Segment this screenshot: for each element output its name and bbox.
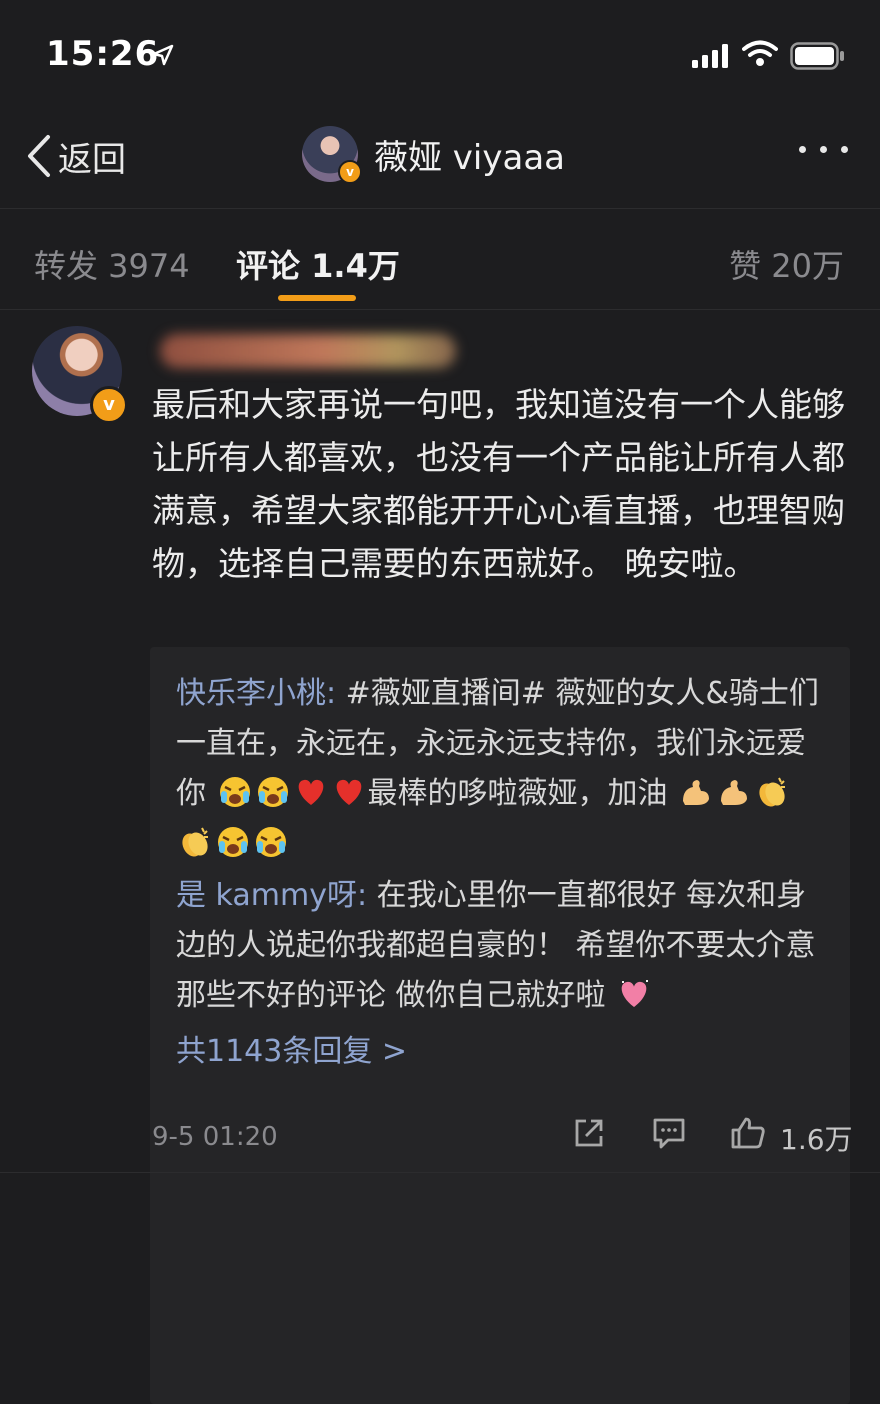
- view-all-replies-link[interactable]: 共1143条回复 >: [176, 1026, 407, 1070]
- tab-bar: 转发 3974 评论 1.4万 赞 20万: [0, 209, 880, 310]
- back-button[interactable]: 返回: [26, 132, 126, 180]
- heart-icon: [298, 779, 323, 805]
- username-blurred[interactable]: [160, 334, 456, 368]
- heart-icon: [336, 779, 361, 805]
- clapping-hands-icon: [759, 777, 786, 807]
- status-time: 15:26: [46, 34, 160, 74]
- back-chevron-icon: [28, 135, 50, 177]
- status-bar: 15:26: [0, 0, 880, 100]
- tab-comments[interactable]: 评论 1.4万: [236, 241, 400, 287]
- flexed-biceps-icon: [721, 780, 748, 805]
- location-arrow-icon: [152, 44, 174, 66]
- like-icon[interactable]: [730, 1116, 766, 1150]
- reply-author[interactable]: 是 kammy呀:: [176, 878, 367, 913]
- clapping-hands-icon: [182, 827, 208, 857]
- divider: [0, 1172, 880, 1173]
- crying-face-icon: [218, 827, 248, 857]
- comment-footer: 9-5 01:20 1.6万: [0, 1098, 880, 1168]
- like-count: 1.6万: [780, 1123, 853, 1156]
- crying-face-icon: [257, 777, 288, 807]
- nav-avatar: v: [302, 126, 362, 184]
- reply-item: 快乐李小桃: #薇娅直播间# 薇娅的女人&骑士们一直在，永远在，永远永远支持你，…: [176, 669, 826, 869]
- reply-item: 是 kammy呀: 在我心里你一直都很好 每次和身边的人说起你我都超自豪的！ 希…: [176, 871, 826, 1021]
- sparkling-heart-icon: [621, 980, 649, 1007]
- battery-icon: [790, 42, 844, 70]
- replies-box[interactable]: 快乐李小桃: #薇娅直播间# 薇娅的女人&骑士们一直在，永远在，永远永远支持你，…: [150, 647, 850, 1404]
- flexed-biceps-icon: [683, 780, 710, 805]
- tab-reposts[interactable]: 转发 3974: [34, 241, 190, 287]
- nav-title: 薇娅 viyaaa: [374, 137, 566, 178]
- tab-likes[interactable]: 赞 20万: [729, 241, 844, 287]
- comment-icon[interactable]: [652, 1116, 686, 1150]
- nav-bar: 返回 v 薇娅 viyaaa: [0, 100, 880, 209]
- comment-text: 最后和大家再说一句吧，我知道没有一个人能够让所有人都喜欢，也没有一个产品能让所有…: [152, 385, 845, 583]
- verified-badge: v: [338, 160, 362, 184]
- more-icon[interactable]: [799, 146, 848, 153]
- tab-indicator: [278, 295, 356, 301]
- reply-author[interactable]: 快乐李小桃:: [176, 676, 336, 711]
- back-label: 返回: [58, 139, 126, 180]
- comment-date: 9-5 01:20: [152, 1122, 278, 1152]
- crying-face-icon: [256, 827, 286, 857]
- reply-text: 最棒的哆啦薇娅，加油: [367, 776, 668, 811]
- verified-badge: v: [90, 386, 128, 424]
- share-icon[interactable]: [572, 1116, 606, 1150]
- wifi-icon: [742, 40, 778, 66]
- nav-user[interactable]: v 薇娅 viyaaa: [302, 126, 566, 184]
- crying-face-icon: [219, 777, 250, 807]
- signal-icon: [692, 44, 728, 68]
